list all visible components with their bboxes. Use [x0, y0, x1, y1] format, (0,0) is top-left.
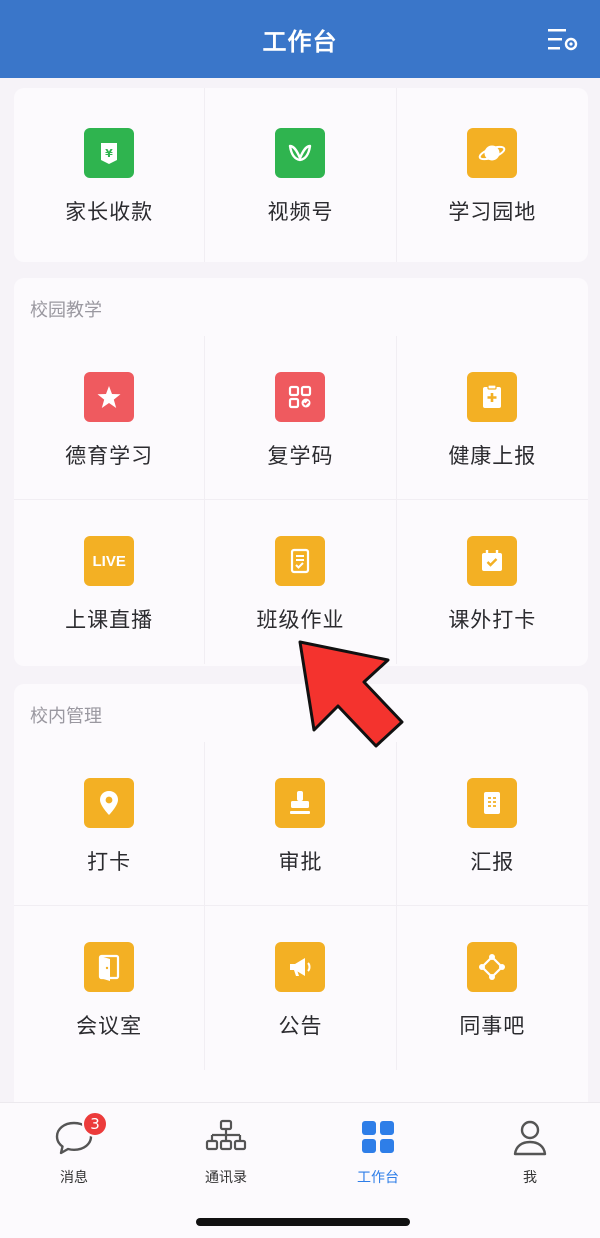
- app-label: 班级作业: [256, 608, 345, 632]
- live-icon: LIVE: [84, 536, 135, 586]
- app-tile-meeting-room[interactable]: 会议室: [14, 906, 206, 1070]
- top-bar: 工作台: [0, 0, 600, 78]
- chat-bubble-icon: 3: [52, 1111, 108, 1157]
- stamp-icon: [275, 778, 326, 828]
- tab-label: 工作台: [357, 1170, 399, 1186]
- medical-clipboard-icon: [467, 372, 518, 422]
- butterfly-icon: [275, 128, 326, 178]
- app-tile-health-report[interactable]: 健康上报: [396, 336, 588, 500]
- app-label: 打卡: [87, 850, 132, 874]
- section-top-card: ¥ 家长收款 视频号 学习园地: [14, 88, 588, 262]
- app-tile-colleague-bar[interactable]: 同事吧: [397, 906, 588, 1070]
- unread-badge: 3: [82, 1111, 108, 1137]
- location-pin-icon: [84, 778, 135, 828]
- app-tile-return-code[interactable]: 复学码: [205, 336, 397, 500]
- app-tile-moral-learning[interactable]: 德育学习: [14, 336, 206, 500]
- app-label: 审批: [278, 850, 323, 874]
- app-label: 学习园地: [448, 200, 537, 224]
- calendar-check-icon: [467, 536, 518, 586]
- tab-me[interactable]: 我: [470, 1117, 590, 1187]
- app-tile-live-class[interactable]: LIVE 上课直播: [14, 500, 206, 664]
- qr-code-icon: [275, 372, 326, 422]
- app-label: 汇报: [470, 850, 515, 874]
- homework-icon: [275, 536, 326, 586]
- section-title: 校园教学: [30, 300, 102, 321]
- megaphone-icon: [275, 942, 326, 992]
- app-label: 同事吧: [459, 1014, 526, 1038]
- grid-icon: [356, 1117, 400, 1157]
- report-icon: [467, 778, 518, 828]
- tab-label: 通讯录: [205, 1170, 247, 1186]
- app-label: 德育学习: [65, 444, 154, 468]
- settings-list-icon[interactable]: [548, 26, 578, 54]
- org-chart-icon: [204, 1117, 248, 1157]
- star-icon: [84, 372, 135, 422]
- person-icon: [508, 1117, 552, 1157]
- tab-label: 我: [523, 1170, 537, 1186]
- live-icon-text: LIVE: [92, 552, 126, 570]
- tab-messages[interactable]: 3 消息: [14, 1111, 134, 1187]
- network-icon: [467, 942, 518, 992]
- app-label: 课外打卡: [448, 608, 537, 632]
- workbench-page: 工作台 ¥ 家长收款 视频号 学习园地 校园教学 德育学习 复学码 健康上报 L…: [0, 0, 600, 1238]
- app-tile-video-channel[interactable]: 视频号: [205, 88, 397, 262]
- red-pointer-arrow-icon: [298, 640, 404, 748]
- door-icon: [84, 942, 135, 992]
- home-indicator[interactable]: [196, 1218, 410, 1226]
- tab-contacts[interactable]: 通讯录: [166, 1117, 286, 1187]
- app-label: 会议室: [76, 1014, 143, 1038]
- app-label: 家长收款: [65, 200, 154, 224]
- app-label: 公告: [278, 1014, 323, 1038]
- tab-workbench[interactable]: 工作台: [318, 1117, 438, 1187]
- svg-text:¥: ¥: [105, 147, 113, 160]
- app-tile-announcement[interactable]: 公告: [205, 906, 397, 1070]
- app-tile-parent-payment[interactable]: ¥ 家长收款: [14, 88, 206, 262]
- planet-icon: [467, 128, 518, 178]
- section-teaching-card: 校园教学 德育学习 复学码 健康上报 LIVE 上课直播 班级作业 课外打卡: [14, 278, 588, 666]
- app-label: 复学码: [267, 444, 334, 468]
- app-tile-learning-garden[interactable]: 学习园地: [397, 88, 588, 262]
- section-title: 校内管理: [30, 706, 102, 727]
- app-tile-report[interactable]: 汇报: [396, 742, 588, 906]
- app-tile-approval[interactable]: 审批: [205, 742, 397, 906]
- app-tile-clock-in[interactable]: 打卡: [14, 742, 206, 906]
- app-label: 上课直播: [65, 608, 154, 632]
- yuan-tag-icon: ¥: [84, 128, 135, 178]
- app-label: 健康上报: [448, 444, 537, 468]
- page-title: 工作台: [262, 27, 338, 56]
- app-tile-extracurricular-checkin[interactable]: 课外打卡: [397, 500, 588, 664]
- tab-label: 消息: [60, 1170, 88, 1186]
- app-label: 视频号: [267, 200, 334, 224]
